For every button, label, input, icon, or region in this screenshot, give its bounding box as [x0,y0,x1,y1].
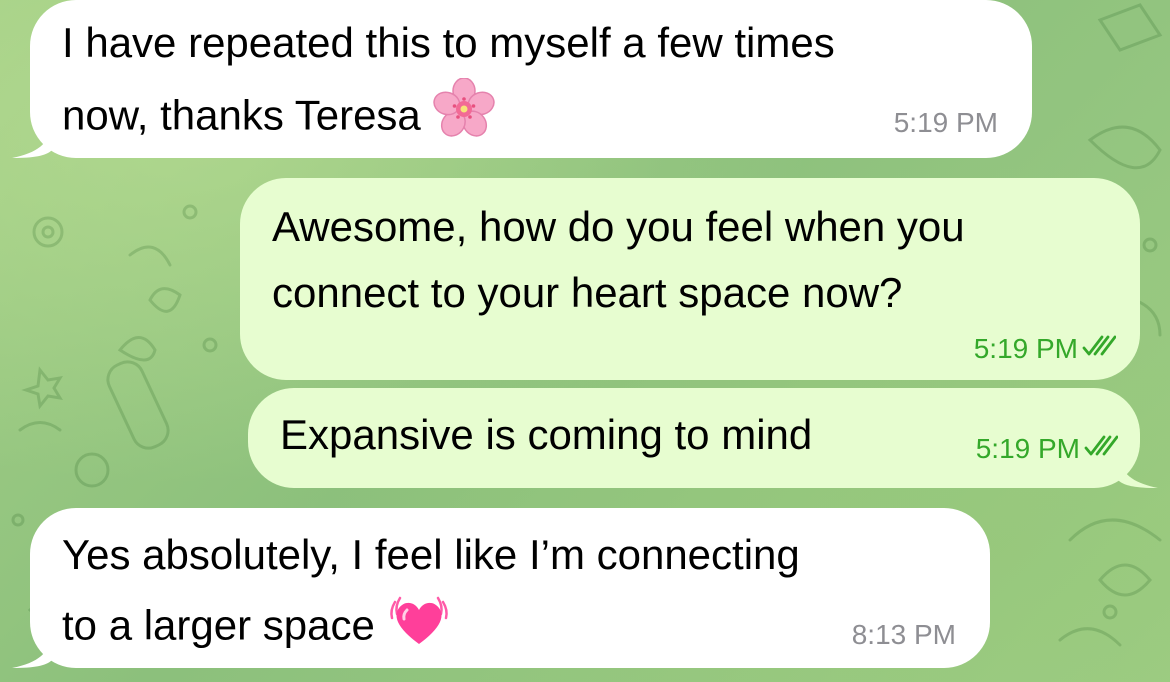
message-text-line: Expansive is coming to mind [280,411,813,458]
growing-heart-icon [387,588,451,669]
message-timestamp: 5:19 PM [893,107,998,138]
message-bubble-incoming[interactable]: I have repeated this to myself a few tim… [12,0,1032,159]
message-text-line: I have repeated this to myself a few tim… [62,19,835,66]
cherry-blossom-icon [433,77,495,159]
message-bubble-outgoing[interactable]: Expansive is coming to mind 5:19 PM [248,388,1158,488]
message-bubble-outgoing[interactable]: Awesome, how do you feel when you connec… [240,178,1140,380]
message-text-line: Awesome, how do you feel when you [272,203,965,250]
message-text-line: connect to your heart space now? [272,269,903,316]
double-check-icon [1082,332,1117,366]
message-bubble-incoming[interactable]: Yes absolutely, I feel like I’m connecti… [12,508,990,669]
message-timestamp: 8:13 PM [851,619,956,650]
double-check-icon [1084,432,1119,466]
bubble-tail [12,628,52,668]
bubble-tail [12,118,52,158]
message-timestamp: 5:19 PM [974,332,1117,366]
message-text-line: Yes absolutely, I feel like I’m connecti… [62,531,800,578]
message-text-line: now, thanks Teresa [62,77,495,159]
bubble-tail [1118,448,1158,488]
message-timestamp: 5:19 PM [976,432,1119,466]
message-text-line: to a larger space [62,588,451,669]
